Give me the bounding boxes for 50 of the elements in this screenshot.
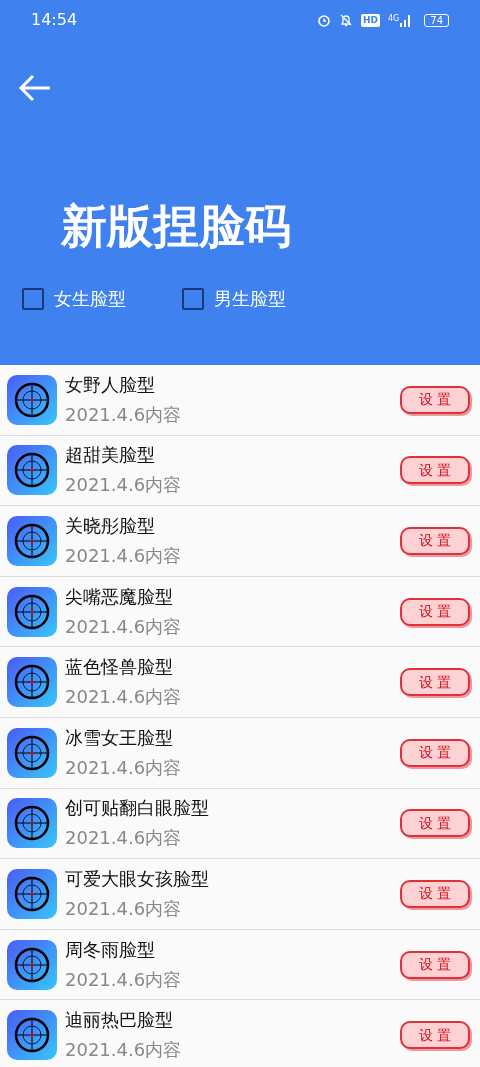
set-button[interactable]: 设 置 <box>400 456 470 485</box>
item-date: 2021.4.6内容 <box>65 967 183 992</box>
item-date: 2021.4.6内容 <box>65 544 183 568</box>
set-button[interactable]: 设 置 <box>400 527 470 555</box>
filter-checkbox[interactable]: 男生脸型 <box>182 285 286 312</box>
item-title: 迪丽热巴脸型 <box>65 1008 174 1033</box>
crosshair-icon <box>7 586 57 637</box>
bell-off-icon <box>338 13 353 27</box>
set-button[interactable]: 设 置 <box>400 597 470 626</box>
status-time: 14:54 <box>31 9 78 31</box>
item-title: 可爱大眼女孩脸型 <box>65 866 210 891</box>
item-title: 蓝色怪兽脸型 <box>65 655 174 680</box>
page-title: 新版捏脸码 <box>61 198 291 254</box>
crosshair-icon <box>7 798 57 849</box>
crosshair-icon <box>7 868 57 919</box>
set-button[interactable]: 设 置 <box>400 385 470 414</box>
item-title: 关晓彤脸型 <box>65 514 156 538</box>
item-date: 2021.4.6内容 <box>65 896 183 921</box>
set-button[interactable]: 设 置 <box>400 809 470 838</box>
item-title: 周冬雨脸型 <box>65 937 156 962</box>
item-title: 尖嘴恶魔脸型 <box>65 584 174 609</box>
battery-indicator: 74 <box>424 13 449 27</box>
item-date: 2021.4.6内容 <box>65 685 183 710</box>
item-date: 2021.4.6内容 <box>65 1038 183 1063</box>
crosshair-icon <box>7 516 57 566</box>
set-button[interactable]: 设 置 <box>400 950 470 979</box>
network-label: 4G <box>387 13 400 23</box>
item-date: 2021.4.6内容 <box>65 473 183 498</box>
item-title: 创可贴翻白眼脸型 <box>65 796 210 821</box>
hd-badge: HD <box>360 13 380 27</box>
item-title: 超甜美脸型 <box>65 443 156 468</box>
crosshair-icon <box>7 374 57 425</box>
item-date: 2021.4.6内容 <box>65 614 183 639</box>
crosshair-icon <box>7 1010 57 1061</box>
alarm-icon <box>316 13 331 27</box>
item-title: 冰雪女王脸型 <box>65 725 174 750</box>
crosshair-icon <box>7 657 57 708</box>
item-title: 女野人脸型 <box>65 372 156 397</box>
crosshair-icon <box>7 939 57 990</box>
set-button[interactable]: 设 置 <box>400 738 470 767</box>
signal-icon <box>400 13 413 27</box>
item-date: 2021.4.6内容 <box>65 755 183 780</box>
crosshair-icon <box>7 727 57 778</box>
set-button[interactable]: 设 置 <box>400 1021 470 1050</box>
item-date: 2021.4.6内容 <box>65 826 183 851</box>
set-button[interactable]: 设 置 <box>400 879 470 908</box>
item-date: 2021.4.6内容 <box>65 402 183 427</box>
crosshair-icon <box>7 445 57 496</box>
set-button[interactable]: 设 置 <box>400 668 470 697</box>
filter-checkbox[interactable]: 女生脸型 <box>22 285 126 312</box>
